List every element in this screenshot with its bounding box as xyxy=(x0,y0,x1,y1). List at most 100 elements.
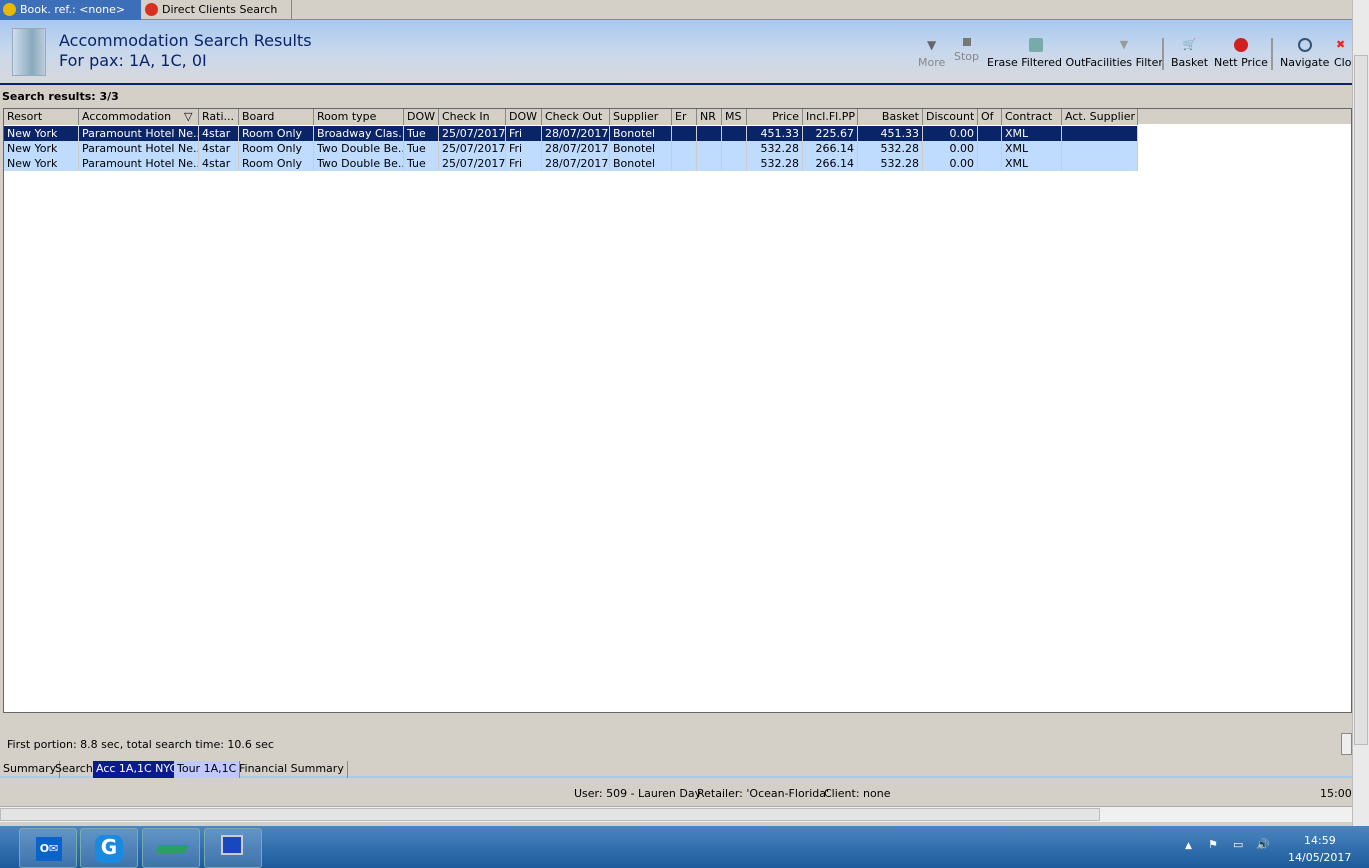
cell: 25/07/2017 xyxy=(439,141,506,156)
horizontal-scrollbar[interactable] xyxy=(0,806,1352,822)
column-header[interactable]: Act. Supplier xyxy=(1062,109,1138,125)
triangle-down-icon: ▼ xyxy=(927,38,937,52)
erase-filtered-out-button[interactable]: Erase Filtered Out xyxy=(987,38,1085,69)
cell xyxy=(672,141,697,156)
close-button[interactable]: ✖ Close xyxy=(1334,38,1352,69)
table-row[interactable]: New York Paramount Hotel Ne... 4star Room O… xyxy=(4,156,1138,171)
column-header[interactable]: Discount xyxy=(923,109,978,125)
scroll-thumb[interactable] xyxy=(0,808,1100,821)
tab-direct-clients-search[interactable]: Direct Clients Search xyxy=(142,0,292,20)
column-header[interactable]: Supplier xyxy=(610,109,672,125)
column-header[interactable]: Basket xyxy=(858,109,923,125)
navigate-button[interactable]: Navigate xyxy=(1280,38,1329,69)
column-header[interactable]: Check In xyxy=(439,109,506,125)
remote-desktop-icon[interactable] xyxy=(204,828,262,868)
cell xyxy=(697,141,722,156)
status-bar: User: 509 - Lauren Day Retailer: 'Ocean-… xyxy=(0,785,1352,801)
column-header[interactable]: Incl.Fl.PP xyxy=(803,109,858,125)
tab-booking[interactable]: Book. ref.: <none> ✕ xyxy=(0,0,141,35)
document-tabs: Book. ref.: <none> ✕ Direct Clients Sear… xyxy=(0,0,1352,35)
cell: Tue xyxy=(404,141,439,156)
cell: Room Only xyxy=(239,156,314,171)
more-button[interactable]: ▼ More xyxy=(918,38,945,69)
table-row[interactable]: New York Paramount Hotel Ne... 4star Room O… xyxy=(4,126,1138,141)
column-header[interactable]: Of xyxy=(978,109,1002,125)
column-header[interactable]: DOW xyxy=(404,109,439,125)
cell xyxy=(1062,141,1138,156)
cell: Paramount Hotel Ne... xyxy=(79,156,199,171)
clock-time[interactable]: 14:59 xyxy=(1304,834,1336,847)
facilities-filter-button[interactable]: ▼ Facilities Filter xyxy=(1085,38,1163,69)
cell: 532.28 xyxy=(858,141,923,156)
stop-icon xyxy=(962,38,971,46)
column-header[interactable]: Price xyxy=(747,109,803,125)
show-hidden-icons[interactable]: ▲ xyxy=(1185,841,1192,851)
cell: 0.00 xyxy=(923,126,978,141)
app-g-icon[interactable]: G xyxy=(80,828,138,868)
cell: XML xyxy=(1002,141,1062,156)
cell: 28/07/2017 xyxy=(542,156,610,171)
filter-icon[interactable]: ▽ xyxy=(184,109,192,124)
cell: Paramount Hotel Ne... xyxy=(79,126,199,141)
results-grid: Resort Accommodation Rati... Board Room type… xyxy=(3,108,1352,713)
cell: Paramount Hotel Ne... xyxy=(79,141,199,156)
vertical-scrollbar[interactable] xyxy=(1352,0,1369,826)
network-icon[interactable]: ▭ xyxy=(1233,838,1243,851)
label: Navigate xyxy=(1280,56,1330,69)
hotel-building-icon xyxy=(12,28,46,76)
cell: 4star xyxy=(199,126,239,141)
cell: Tue xyxy=(404,126,439,141)
flag-icon[interactable]: ⚑ xyxy=(1208,838,1218,851)
toolbar-divider xyxy=(1271,38,1273,70)
cell: 4star xyxy=(199,141,239,156)
column-header[interactable]: NR xyxy=(697,109,722,125)
basket-button[interactable]: 🛒 Basket xyxy=(1171,38,1208,69)
column-header[interactable]: Accommodation xyxy=(79,109,199,125)
volume-icon[interactable]: 🔊 xyxy=(1256,838,1270,851)
cell: 0.00 xyxy=(923,141,978,156)
column-header[interactable]: Board xyxy=(239,109,314,125)
table-row[interactable]: New York Paramount Hotel Ne... 4star Room O… xyxy=(4,141,1138,156)
column-header[interactable]: Contract xyxy=(1002,109,1062,125)
column-header[interactable]: MS xyxy=(722,109,747,125)
stop-button[interactable]: Stop xyxy=(954,38,979,63)
column-header[interactable]: Er xyxy=(672,109,697,125)
cell xyxy=(672,156,697,171)
cell: Tue xyxy=(404,156,439,171)
cell: 266.14 xyxy=(803,156,858,171)
scroll-thumb[interactable] xyxy=(1354,55,1368,745)
cell xyxy=(722,126,747,141)
column-header[interactable]: DOW xyxy=(506,109,542,125)
toolbar-divider xyxy=(1162,38,1164,70)
tab-financial-summary[interactable]: Financial Summary xyxy=(236,761,348,778)
clock-date[interactable]: 14/05/2017 xyxy=(1288,851,1351,864)
tab-acc[interactable]: Acc 1A,1C NYC xyxy=(93,761,182,778)
cell: 25/07/2017 xyxy=(439,126,506,141)
panel-button[interactable] xyxy=(1341,733,1352,755)
tab-search[interactable]: Search xyxy=(52,761,97,778)
cell xyxy=(978,156,1002,171)
nett-price-button[interactable]: Nett Price xyxy=(1214,38,1268,69)
client-icon xyxy=(145,3,158,16)
tab-tour[interactable]: Tour 1A,1C xyxy=(174,761,241,778)
cell: Fri xyxy=(506,126,542,141)
cell xyxy=(978,126,1002,141)
column-header[interactable]: Room type xyxy=(314,109,404,125)
cell: Bonotel xyxy=(610,141,672,156)
cell xyxy=(978,141,1002,156)
cell xyxy=(722,156,747,171)
erase-icon xyxy=(1029,38,1044,52)
close-icon: ✖ xyxy=(1336,38,1346,51)
cell: 28/07/2017 xyxy=(542,126,610,141)
status-user: User: 509 - Lauren Day xyxy=(574,787,702,800)
status-client: Client: none xyxy=(824,787,891,800)
outlook-icon[interactable]: O✉ xyxy=(19,828,77,868)
app-layers-icon[interactable] xyxy=(142,828,200,868)
results-header: Accommodation Search Results For pax: 1A… xyxy=(0,20,1352,85)
cell: 532.28 xyxy=(747,156,803,171)
cell: 0.00 xyxy=(923,156,978,171)
column-header[interactable]: Check Out xyxy=(542,109,610,125)
column-header[interactable]: Rati... xyxy=(199,109,239,125)
grid-header[interactable]: Resort Accommodation Rati... Board Room type… xyxy=(4,109,1351,125)
column-header[interactable]: Resort xyxy=(4,109,79,125)
